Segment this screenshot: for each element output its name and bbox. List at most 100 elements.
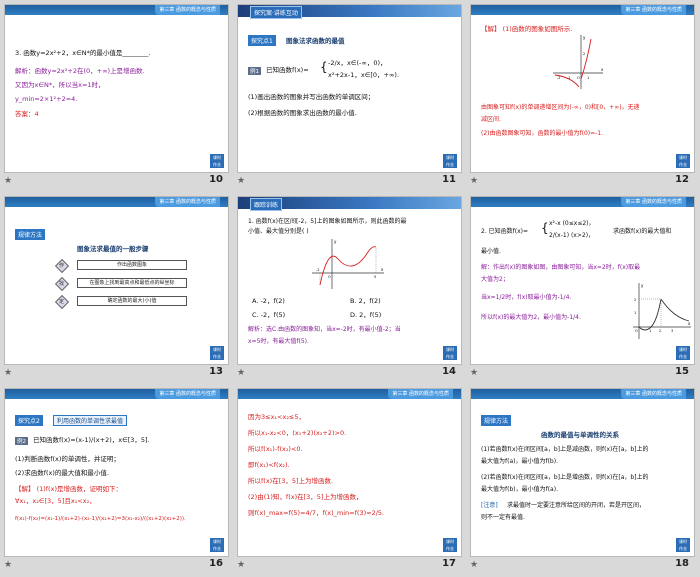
question-2: (2)求函数f(x)的最大值和最小值. (15, 469, 109, 477)
graph-label-y: y (334, 239, 337, 244)
solution-line: 因为3≤x₁<x₂≤5， (248, 413, 306, 421)
rule-line: 最大值为f(a)，最小值为f(b). (481, 458, 558, 465)
slide-cell-12[interactable]: 第三章 函数的概念与性质 【解】 (1)函数的图象如图所示. y x -2 -1… (466, 0, 699, 192)
graph-label-origin: O (328, 275, 331, 279)
chapter-caption: 第三章 函数的概念与性质 (155, 5, 220, 15)
note-line: 求最值时一定要注意所给区间的开闭，若是开区间， (507, 502, 646, 509)
slide-10[interactable]: 第三章 函数的概念与性质 3. 函数y=2x²+2，x∈N*的最小值是_____… (4, 4, 229, 173)
slide-number: 10 (209, 174, 223, 185)
function-def: 已知函数f(x)=(x-1)/(x+2)，x∈[3，5]. (33, 436, 150, 444)
choice-c[interactable]: C. -2，f(5) (252, 311, 285, 320)
slide-cell-13[interactable]: 第三章 函数的概念与性质 规律方法 图象法求最值的一般步骤 作 作出函数图象 找… (0, 192, 233, 384)
star-icon: ★ (237, 176, 246, 186)
slide-header-bar: 跟踪训练 (238, 197, 461, 211)
step-label: 定 (59, 299, 65, 305)
function-def: 已知函数f(x)= (266, 66, 309, 74)
explore-tag: 探究点2 (15, 415, 43, 426)
explore-title: 利用函数的单调性求最值 (53, 415, 128, 426)
slide-cell-11[interactable]: 探究案·讲练互动 探究点1 图象法求函数的最值 例1 已知函数f(x)= { -… (233, 0, 466, 192)
solution-line: 大值为2； (481, 276, 509, 283)
homework-corner-button[interactable]: 课时 作业 (210, 346, 224, 360)
solution-line: 又因为x∈N*，所以当x=1时， (15, 81, 105, 89)
step-label: 找 (59, 281, 65, 287)
graph-label-y: y (583, 35, 586, 40)
chapter-caption: 第三章 函数的概念与性质 (155, 197, 220, 207)
solution-line: ∀x₁，x₂∈[3，5]且x₁<x₂， (15, 497, 96, 505)
slide-13[interactable]: 第三章 函数的概念与性质 规律方法 图象法求最值的一般步骤 作 作出函数图象 找… (4, 196, 229, 365)
graph-label-neg1: -1 (567, 76, 571, 80)
graph-label-1y: 1 (634, 311, 636, 315)
curve-right (660, 298, 690, 322)
slide-14[interactable]: 跟踪训练 1. 函数f(x)在区间[-2，5]上的图象如图所示，则此函数的最 小… (237, 196, 462, 365)
brace-icon: { (320, 60, 328, 74)
solution-line: 当x=1/2时，f(x)取最小值为-1/4. (481, 294, 572, 301)
slide-number: 12 (675, 174, 689, 185)
slide-16[interactable]: 第三章 函数的概念与性质 探究点2 利用函数的单调性求最值 例2 已知函数f(x… (4, 388, 229, 557)
star-icon: ★ (237, 368, 246, 378)
slide-number: 14 (442, 366, 456, 377)
method-tag: 规律方法 (481, 415, 512, 426)
graph-label-2: 2 (659, 329, 661, 333)
slide-cell-10[interactable]: 第三章 函数的概念与性质 3. 函数y=2x²+2，x∈N*的最小值是_____… (0, 0, 233, 192)
solution-line: 解：作出f(x)的图象如图，由图象可知，当x=2时，f(x)取最 (481, 264, 641, 271)
solution-line: y_min=2×1²+2=4. (15, 95, 78, 103)
slide-17[interactable]: 第三章 函数的概念与性质 因为3≤x₁<x₂≤5， 所以x₁-x₂<0，(x₁+… (237, 388, 462, 557)
slide-number: 16 (209, 558, 223, 569)
rule-line: (1)若函数f(x)在闭区间[a，b]上是减函数，则f(x)在[a，b]上的 (481, 446, 649, 453)
homework-corner-button[interactable]: 课时 作业 (210, 154, 224, 168)
slide-12[interactable]: 第三章 函数的概念与性质 【解】 (1)函数的图象如图所示. y x -2 -1… (470, 4, 695, 173)
homework-corner-button[interactable]: 课时 作业 (443, 538, 457, 552)
piece-2: x²+2x-1，x∈[0，+∞). (328, 71, 400, 79)
solution-line: 解析：函数y=2x²+2在(0，+∞)上是增函数. (15, 67, 145, 75)
solution-line: 所以f(x₁)-f(x₂)<0. (248, 445, 303, 453)
slide-header-bar: 第三章 函数的概念与性质 (5, 5, 228, 15)
solution-line: 即f(x₁)<f(x₂). (248, 461, 290, 469)
homework-corner-button[interactable]: 课时 作业 (210, 538, 224, 552)
solution-line: 所以f(x)的最大值为2，最小值为-1/4. (481, 314, 581, 321)
choice-d[interactable]: D. 2，f(5) (350, 311, 381, 320)
graph-label-1: 1 (649, 329, 651, 333)
slide-number: 17 (442, 558, 456, 569)
slide-18[interactable]: 第三章 函数的概念与性质 规律方法 函数的最值与单调性的关系 (1)若函数f(x… (470, 388, 695, 557)
solution-line: (2)由(1)知，f(x)在[3，5]上为增函数， (248, 493, 363, 501)
slide-cell-14[interactable]: 跟踪训练 1. 函数f(x)在区间[-2，5]上的图象如图所示，则此函数的最 小… (233, 192, 466, 384)
choice-a[interactable]: A. -2，f(2) (252, 297, 285, 306)
homework-corner-button[interactable]: 课时 作业 (676, 154, 690, 168)
problem-text: 3. 函数y=2x²+2，x∈N*的最小值是________. (15, 49, 151, 57)
slide-cell-17[interactable]: 第三章 函数的概念与性质 因为3≤x₁<x₂≤5， 所以x₁-x₂<0，(x₁+… (233, 384, 466, 576)
slide-header-bar: 第三章 函数的概念与性质 (471, 389, 694, 399)
slide-number: 13 (209, 366, 223, 377)
homework-corner-button[interactable]: 课时 作业 (443, 346, 457, 360)
rule-line: 最大值为f(b)，最小值为f(a). (481, 486, 558, 493)
star-icon: ★ (4, 368, 13, 378)
chapter-caption: 第三章 函数的概念与性质 (155, 389, 220, 399)
homework-corner-button[interactable]: 课时 作业 (676, 346, 690, 360)
curve (319, 246, 377, 286)
star-icon: ★ (470, 176, 479, 186)
chapter-caption: 第三章 函数的概念与性质 (621, 389, 686, 399)
slide-11[interactable]: 探究案·讲练互动 探究点1 图象法求函数的最值 例1 已知函数f(x)= { -… (237, 4, 462, 173)
homework-corner-button[interactable]: 课时 作业 (443, 154, 457, 168)
slide-cell-15[interactable]: 第三章 函数的概念与性质 2. 已知函数f(x)= { x²-x (0≤x≤2)… (466, 192, 699, 384)
homework-corner-button[interactable]: 课时 作业 (676, 538, 690, 552)
chapter-caption: 第三章 函数的概念与性质 (621, 197, 686, 207)
method-title: 图象法求最值的一般步骤 (77, 245, 149, 253)
slide-header-bar: 第三章 函数的概念与性质 (5, 389, 228, 399)
question-1: (1)判断函数f(x)的单调性，并证明； (15, 455, 120, 463)
solution-line: 则f(x)_max=f(5)=4/7，f(x)_min=f(3)=2/5. (248, 509, 385, 517)
star-icon: ★ (470, 368, 479, 378)
choice-b[interactable]: B. 2，f(2) (350, 297, 381, 306)
slide-cell-16[interactable]: 第三章 函数的概念与性质 探究点2 利用函数的单调性求最值 例2 已知函数f(x… (0, 384, 233, 576)
graph-label-3: 3 (671, 329, 673, 333)
brace-icon: { (541, 221, 549, 235)
solution-line: 所以f(x)在[3，5]上为增函数. (248, 477, 334, 485)
solution-line: x=5时，有最大值f(5). (248, 338, 309, 345)
slide-cell-18[interactable]: 第三章 函数的概念与性质 规律方法 函数的最值与单调性的关系 (1)若函数f(x… (466, 384, 699, 576)
graph-label-x: x (601, 67, 604, 72)
graph-label-x: x (688, 321, 691, 326)
section-title: 跟踪训练 (250, 198, 283, 211)
slide-15[interactable]: 第三章 函数的概念与性质 2. 已知函数f(x)= { x²-x (0≤x≤2)… (470, 196, 695, 365)
graph-label-1: 1 (587, 76, 589, 80)
solution-line: (2)由函数图象可知，函数的最小值为f(0)=-1. (481, 130, 604, 137)
slide-number: 18 (675, 558, 689, 569)
